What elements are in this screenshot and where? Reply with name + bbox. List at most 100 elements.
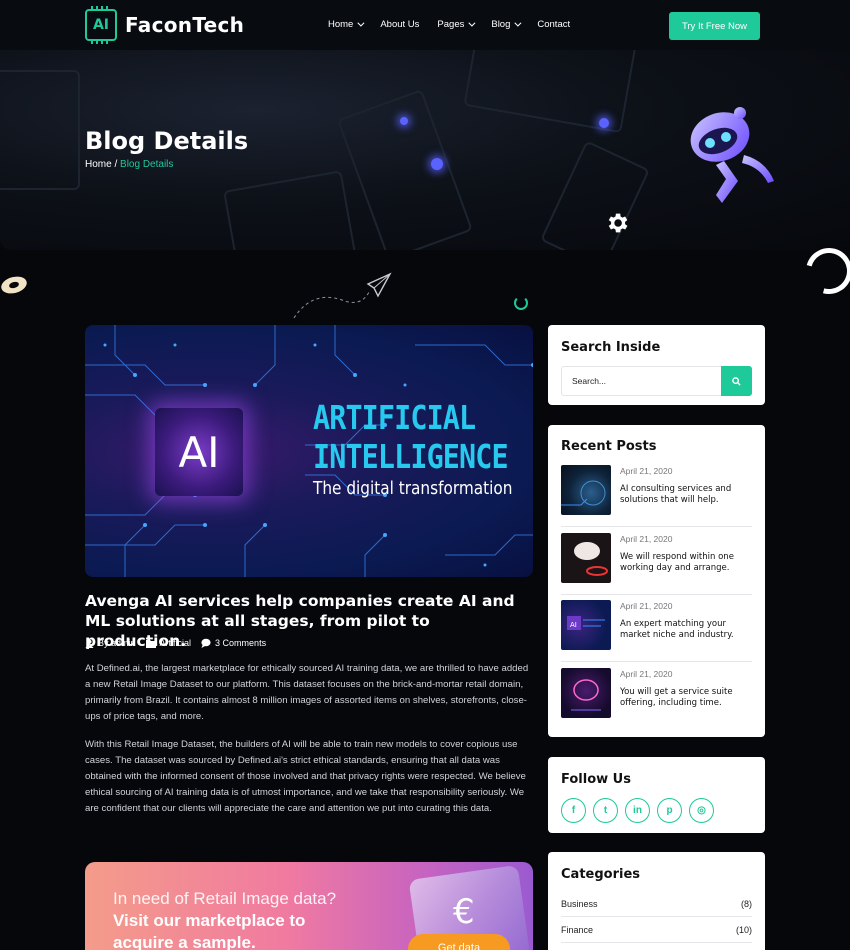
glow-dot bbox=[400, 117, 408, 125]
nav-home[interactable]: Home bbox=[328, 19, 365, 30]
robot-illustration bbox=[690, 107, 774, 203]
nav-about[interactable]: About Us bbox=[380, 19, 419, 30]
follow-us-widget: Follow Us f t in p ◎ bbox=[548, 757, 765, 833]
recent-post-title[interactable]: An expert matching your market niche and… bbox=[620, 619, 754, 640]
chevron-down-icon bbox=[468, 19, 476, 27]
promo-line2: Visit our marketplace to bbox=[113, 911, 306, 930]
search-widget: Search Inside bbox=[548, 325, 765, 405]
divider bbox=[561, 594, 752, 595]
spinner-icon bbox=[514, 296, 528, 310]
try-free-button[interactable]: Try It Free Now bbox=[669, 12, 760, 40]
chevron-down-icon bbox=[514, 19, 522, 27]
post-thumbnail[interactable] bbox=[561, 668, 611, 718]
post-thumbnail[interactable] bbox=[561, 533, 611, 583]
globe-graphic bbox=[561, 480, 606, 506]
recent-post-item[interactable]: April 21, 2020 AI consulting services an… bbox=[561, 465, 752, 527]
logo[interactable]: AI FaconTech bbox=[85, 6, 245, 44]
main-nav: Home About Us Pages Blog Contact bbox=[328, 19, 588, 30]
brain-graphic bbox=[574, 542, 608, 576]
divider bbox=[561, 526, 752, 527]
ai-chip-graphic: AI bbox=[567, 616, 605, 630]
ai-chip-graphic: AI bbox=[155, 408, 243, 496]
post-date: April 21, 2020 bbox=[620, 669, 673, 679]
category-item[interactable]: Finance (10) bbox=[561, 917, 752, 943]
recent-post-title[interactable]: We will respond within one working day a… bbox=[620, 552, 754, 573]
post-thumbnail[interactable]: AI bbox=[561, 600, 611, 650]
promo-line3: acquire a sample. bbox=[113, 933, 256, 950]
search-widget-title: Search Inside bbox=[561, 340, 661, 355]
recent-posts-widget: Recent Posts April 21, 2020 AI consultin… bbox=[548, 425, 765, 737]
recent-post-item[interactable]: April 21, 2020 You will get a service su… bbox=[561, 668, 752, 730]
search-button[interactable] bbox=[721, 366, 752, 396]
recent-post-item[interactable]: AI April 21, 2020 An expert matching you… bbox=[561, 600, 752, 662]
recent-post-item[interactable]: April 21, 2020 We will respond within on… bbox=[561, 533, 752, 595]
donut-shape bbox=[1, 276, 27, 294]
chevron-down-icon bbox=[357, 19, 365, 27]
euro-icon: € bbox=[453, 892, 475, 932]
brand-name: FaconTech bbox=[125, 13, 245, 37]
category-name[interactable]: Business bbox=[561, 899, 598, 909]
paper-plane-icon bbox=[293, 272, 392, 319]
nav-blog[interactable]: Blog bbox=[491, 19, 522, 30]
breadcrumb-home[interactable]: Home bbox=[85, 159, 112, 170]
user-icon bbox=[85, 639, 94, 648]
social-links: f t in p ◎ bbox=[561, 798, 714, 823]
search-input[interactable] bbox=[561, 366, 721, 396]
category-item[interactable]: Business (8) bbox=[561, 891, 752, 917]
search-icon bbox=[732, 376, 741, 386]
circuit-board-shape bbox=[337, 89, 473, 250]
site-header: AI FaconTech Home About Us Pages Blog Co… bbox=[0, 0, 850, 50]
post-comments[interactable]: 3 Comments bbox=[201, 638, 266, 648]
post-category-label: Artificial bbox=[159, 638, 192, 648]
recent-posts-title: Recent Posts bbox=[561, 439, 657, 454]
breadcrumb-current: Blog Details bbox=[120, 159, 174, 170]
page-title: Blog Details bbox=[85, 127, 249, 155]
post-date: April 21, 2020 bbox=[620, 601, 673, 611]
categories-title: Categories bbox=[561, 867, 641, 882]
circuit-board-shape bbox=[223, 170, 357, 250]
nav-pages[interactable]: Pages bbox=[437, 19, 476, 30]
post-thumbnail[interactable] bbox=[561, 465, 611, 515]
post-paragraph: At Defined.ai, the largest marketplace f… bbox=[85, 663, 529, 722]
page-banner: Blog Details Home / Blog Details bbox=[0, 50, 850, 250]
svg-text:AI: AI bbox=[570, 621, 577, 629]
instagram-icon[interactable]: ◎ bbox=[689, 798, 714, 823]
category-count: (8) bbox=[741, 898, 752, 909]
ai-chip-icon: AI bbox=[85, 6, 117, 44]
get-data-button[interactable]: Get data bbox=[408, 934, 510, 950]
breadcrumb-separator: / bbox=[111, 159, 121, 170]
circuit-board-shape bbox=[540, 140, 650, 250]
recent-post-title[interactable]: AI consulting services and solutions tha… bbox=[620, 484, 754, 505]
folder-icon bbox=[145, 639, 156, 648]
divider bbox=[561, 661, 752, 662]
nav-contact-label: Contact bbox=[537, 19, 571, 30]
nav-home-label: Home bbox=[328, 19, 354, 30]
post-author[interactable]: By admin bbox=[85, 638, 136, 648]
post-author-label: By admin bbox=[98, 638, 136, 648]
brain-graphic bbox=[571, 679, 601, 711]
nav-contact[interactable]: Contact bbox=[537, 19, 570, 30]
recent-post-title[interactable]: You will get a service suite offering, i… bbox=[620, 687, 754, 708]
follow-us-title: Follow Us bbox=[561, 772, 631, 787]
facebook-icon[interactable]: f bbox=[561, 798, 586, 823]
circuit-board-shape bbox=[0, 70, 80, 190]
post-category[interactable]: Artificial bbox=[145, 638, 192, 648]
nav-blog-label: Blog bbox=[491, 19, 511, 30]
post-paragraph: With this Retail Image Dataset, the buil… bbox=[85, 739, 526, 814]
breadcrumb: Home / Blog Details bbox=[85, 159, 173, 170]
linkedin-icon[interactable]: in bbox=[625, 798, 650, 823]
comment-icon bbox=[201, 638, 211, 648]
feature-heading-line2: INTELLIGENCE bbox=[313, 437, 509, 476]
promo-line1: In need of Retail Image data? bbox=[113, 889, 337, 908]
post-date: April 21, 2020 bbox=[620, 466, 673, 476]
twitter-icon[interactable]: t bbox=[593, 798, 618, 823]
category-name[interactable]: Finance bbox=[561, 925, 593, 935]
feature-heading-line1: ARTIFICIAL bbox=[313, 398, 476, 437]
nav-about-label: About Us bbox=[380, 19, 420, 30]
glow-dot bbox=[431, 158, 443, 170]
post-date: April 21, 2020 bbox=[620, 534, 673, 544]
gear-icon bbox=[608, 213, 628, 233]
promo-banner: € In need of Retail Image data? Visit ou… bbox=[85, 862, 533, 950]
pinterest-icon[interactable]: p bbox=[657, 798, 682, 823]
post-meta: By admin Artificial 3 Comments bbox=[85, 638, 276, 648]
